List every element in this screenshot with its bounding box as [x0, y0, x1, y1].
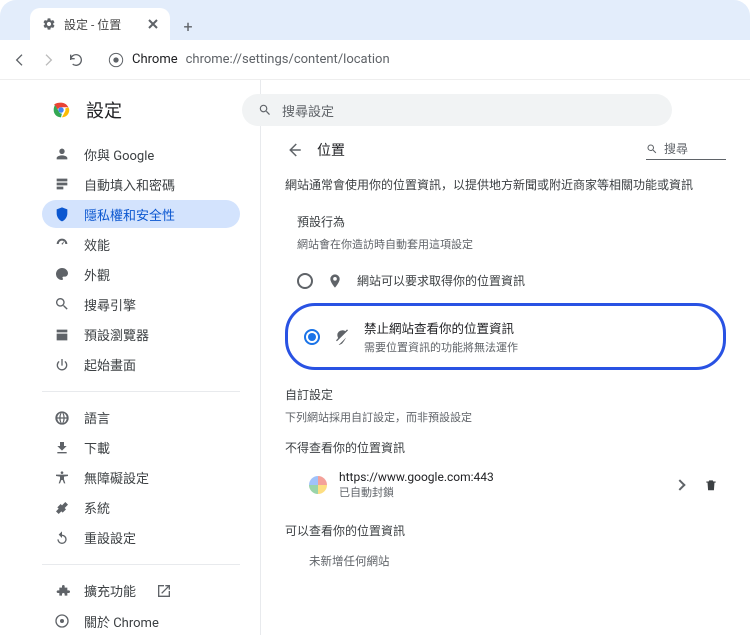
sidebar: 你與 Google 自動填入和密碼 隱私權和安全性 效能 外觀 搜尋引擎 預設瀏… — [0, 80, 260, 635]
default-behavior-heading: 預設行為 — [297, 213, 726, 230]
site-row[interactable]: https://www.google.com:443 已自動封鎖 — [285, 462, 726, 508]
tab-title: 設定 - 位置 — [64, 16, 121, 33]
page-title: 設定 — [86, 97, 122, 123]
option-block-title: 禁止網站查看你的位置資訊 — [364, 318, 518, 337]
a11y-icon — [54, 470, 70, 486]
globe-icon — [54, 410, 70, 426]
back-button[interactable] — [12, 52, 28, 68]
system-icon — [54, 500, 70, 516]
sidebar-item-default-browser[interactable]: 預設瀏覽器 — [42, 320, 240, 348]
sidebar-item-label: 預設瀏覽器 — [84, 325, 149, 344]
gear-icon — [42, 17, 56, 31]
sidebar-item-search-engine[interactable]: 搜尋引擎 — [42, 290, 240, 318]
allowed-empty: 未新增任何網站 — [285, 545, 726, 577]
new-tab-button[interactable]: + — [174, 12, 202, 40]
sidebar-item-languages[interactable]: 語言 — [42, 404, 240, 432]
sidebar-item-autofill[interactable]: 自動填入和密碼 — [42, 170, 240, 198]
description: 網站通常會使用你的位置資訊，以提供地方新聞或附近商家等相關功能或資訊 — [285, 176, 726, 193]
divider — [42, 391, 240, 392]
allowed-heading: 可以查看你的位置資訊 — [285, 522, 726, 539]
autofill-icon — [54, 176, 70, 192]
reset-icon — [54, 530, 70, 546]
sidebar-item-label: 系統 — [84, 498, 110, 517]
site-favicon — [309, 476, 327, 494]
url-path: chrome://settings/content/location — [186, 52, 390, 67]
search-icon — [646, 143, 658, 155]
browser-tab[interactable]: 設定 - 位置 — [30, 8, 170, 40]
option-allow-label: 網站可以要求取得你的位置資訊 — [357, 272, 525, 289]
local-search-label: 搜尋 — [664, 140, 688, 157]
option-block-subtitle: 需要位置資訊的功能將無法運作 — [364, 339, 518, 355]
delete-button[interactable] — [704, 478, 718, 492]
page-header: 設定 搜尋設定 — [0, 88, 750, 132]
sidebar-item-label: 無障礙設定 — [84, 468, 149, 487]
chrome-logo-icon — [50, 99, 72, 121]
sidebar-item-accessibility[interactable]: 無障礙設定 — [42, 464, 240, 492]
blocked-heading: 不得查看你的位置資訊 — [285, 439, 726, 456]
settings-search[interactable]: 搜尋設定 — [242, 94, 672, 126]
sidebar-item-privacy[interactable]: 隱私權和安全性 — [42, 200, 240, 228]
sidebar-item-system[interactable]: 系統 — [42, 494, 240, 522]
person-icon — [54, 146, 70, 162]
external-link-icon — [156, 583, 172, 599]
sidebar-item-label: 下載 — [84, 438, 110, 457]
sidebar-item-on-startup[interactable]: 起始畫面 — [42, 351, 240, 379]
local-search[interactable]: 搜尋 — [646, 140, 726, 160]
location-icon — [327, 273, 343, 289]
sidebar-item-label: 重設設定 — [84, 528, 136, 547]
reload-button[interactable] — [68, 52, 84, 68]
sidebar-item-label: 外觀 — [84, 265, 110, 284]
sidebar-item-performance[interactable]: 效能 — [42, 230, 240, 258]
sidebar-item-appearance[interactable]: 外觀 — [42, 260, 240, 288]
custom-desc: 下列網站採用自訂設定，而非預設設定 — [285, 409, 726, 425]
power-icon — [54, 357, 70, 373]
custom-heading: 自訂設定 — [285, 386, 726, 403]
sidebar-item-label: 自動填入和密碼 — [84, 175, 175, 194]
search-icon — [54, 296, 70, 312]
sidebar-item-label: 隱私權和安全性 — [84, 205, 175, 224]
sidebar-item-label: 起始畫面 — [84, 355, 136, 374]
section-title: 位置 — [317, 140, 632, 160]
download-icon — [54, 440, 70, 456]
site-url: https://www.google.com:443 — [339, 470, 494, 484]
omnibox[interactable]: Chrome chrome://settings/content/locatio… — [96, 46, 738, 74]
option-block-highlighted[interactable]: 禁止網站查看你的位置資訊 需要位置資訊的功能將無法運作 — [285, 303, 726, 370]
main-content: 位置 搜尋 網站通常會使用你的位置資訊，以提供地方新聞或附近商家等相關功能或資訊… — [260, 80, 750, 635]
tab-strip: 設定 - 位置 + — [0, 0, 750, 40]
back-arrow-button[interactable] — [285, 141, 303, 159]
chrome-icon — [54, 613, 70, 629]
close-icon[interactable] — [148, 19, 158, 29]
browser-icon — [54, 327, 70, 343]
search-icon — [258, 103, 272, 117]
option-allow[interactable]: 網站可以要求取得你的位置資訊 — [285, 266, 726, 295]
sidebar-item-label: 關於 Chrome — [84, 612, 159, 631]
palette-icon — [54, 266, 70, 282]
forward-button — [40, 52, 56, 68]
sidebar-item-label: 效能 — [84, 235, 110, 254]
chrome-icon — [108, 52, 124, 68]
radio-icon — [297, 273, 313, 289]
sidebar-item-you-and-google[interactable]: 你與 Google — [42, 140, 240, 168]
toolbar: Chrome chrome://settings/content/locatio… — [0, 40, 750, 80]
shield-icon — [54, 206, 70, 222]
sidebar-item-label: 擴充功能 — [84, 581, 136, 600]
sidebar-item-extensions[interactable]: 擴充功能 — [42, 577, 240, 605]
site-status: 已自動封鎖 — [339, 484, 494, 500]
search-placeholder: 搜尋設定 — [282, 101, 334, 120]
url-host: Chrome — [132, 52, 178, 67]
radio-icon — [304, 329, 320, 345]
default-behavior-desc: 網站會在你造訪時自動套用這項設定 — [297, 236, 726, 252]
chevron-right-icon[interactable] — [674, 479, 685, 490]
divider — [42, 564, 240, 565]
sidebar-item-downloads[interactable]: 下載 — [42, 434, 240, 462]
extension-icon — [54, 583, 70, 599]
sidebar-item-label: 語言 — [84, 408, 110, 427]
sidebar-item-label: 你與 Google — [84, 145, 154, 164]
sidebar-item-reset[interactable]: 重設設定 — [42, 524, 240, 552]
sidebar-item-label: 搜尋引擎 — [84, 295, 136, 314]
sidebar-item-about-chrome[interactable]: 關於 Chrome — [42, 607, 240, 635]
speed-icon — [54, 236, 70, 252]
location-off-icon — [334, 329, 350, 345]
